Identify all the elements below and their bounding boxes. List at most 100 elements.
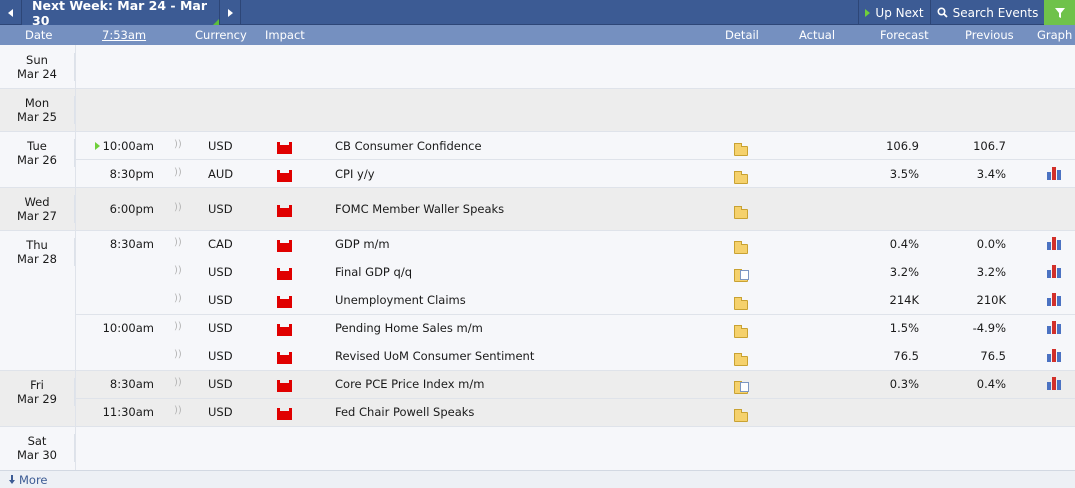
event-previous: -4.9% bbox=[972, 321, 1006, 335]
event-currency: USD bbox=[208, 293, 233, 307]
event-title[interactable]: Core PCE Price Index m/m bbox=[335, 377, 484, 391]
event-title[interactable]: Fed Chair Powell Speaks bbox=[335, 405, 474, 419]
header-previous: Previous bbox=[965, 28, 1014, 42]
header-graph: Graph bbox=[1037, 28, 1073, 42]
header-actual: Actual bbox=[799, 28, 836, 42]
header-date: Date bbox=[25, 28, 53, 42]
chevron-left-icon bbox=[8, 8, 13, 17]
next-week-button[interactable] bbox=[219, 0, 241, 25]
sound-alert-icon[interactable]: )) bbox=[174, 349, 182, 360]
event-row[interactable]: 10:00am)) USD Pending Home Sales m/m 1.5% -4… bbox=[76, 315, 1075, 341]
event-time: 6:00pm bbox=[109, 202, 154, 216]
detail-folder-icon[interactable] bbox=[734, 241, 748, 254]
header-currency: Currency bbox=[195, 28, 247, 42]
high-impact-icon bbox=[277, 324, 292, 336]
graph-icon[interactable] bbox=[1047, 293, 1062, 306]
event-previous: 210K bbox=[976, 293, 1007, 307]
high-impact-icon bbox=[277, 142, 292, 154]
high-impact-icon bbox=[277, 380, 292, 392]
search-icon bbox=[937, 7, 948, 18]
header-detail: Detail bbox=[725, 28, 759, 42]
graph-icon[interactable] bbox=[1047, 321, 1062, 334]
date-cell-tue: Tue Mar 26 bbox=[0, 139, 75, 167]
more-button[interactable]: More bbox=[0, 470, 1075, 488]
event-row[interactable]: 8:30am)) USD Core PCE Price Index m/m 0.3% 0… bbox=[76, 371, 1075, 397]
event-forecast: 106.9 bbox=[886, 139, 919, 153]
event-currency: USD bbox=[208, 139, 233, 153]
high-impact-icon bbox=[277, 408, 292, 420]
event-title[interactable]: CB Consumer Confidence bbox=[335, 139, 482, 153]
filter-button[interactable] bbox=[1044, 0, 1075, 25]
event-title[interactable]: Pending Home Sales m/m bbox=[335, 321, 483, 335]
event-row[interactable]: )) USD Unemployment Claims 214K 210K bbox=[76, 287, 1075, 313]
event-previous: 76.5 bbox=[980, 349, 1006, 363]
event-forecast: 3.2% bbox=[889, 265, 919, 279]
event-row[interactable]: 8:30am)) CAD GDP m/m 0.4% 0.0% bbox=[76, 231, 1075, 257]
high-impact-icon bbox=[277, 240, 292, 252]
event-row[interactable]: 6:00pm)) USD FOMC Member Waller Speaks bbox=[76, 196, 1075, 222]
sound-alert-icon[interactable]: )) bbox=[174, 202, 182, 213]
event-forecast: 3.5% bbox=[889, 167, 919, 181]
sound-alert-icon[interactable]: )) bbox=[174, 237, 182, 248]
detail-folder-icon[interactable] bbox=[734, 325, 748, 338]
event-row[interactable]: )) USD Revised UoM Consumer Sentiment 76.5 7… bbox=[76, 343, 1075, 369]
detail-folder-icon[interactable] bbox=[734, 171, 748, 184]
detail-folder-icon[interactable] bbox=[734, 409, 748, 422]
detail-folder-icon[interactable] bbox=[734, 381, 749, 394]
date-cell-sat: Sat Mar 30 bbox=[0, 434, 75, 462]
detail-folder-icon[interactable] bbox=[734, 269, 749, 282]
event-row[interactable]: 10:00am)) USD CB Consumer Confidence 106.9 1… bbox=[76, 133, 1075, 159]
previous-week-button[interactable] bbox=[0, 0, 22, 25]
event-row[interactable]: 8:30pm)) AUD CPI y/y 3.5% 3.4% bbox=[76, 161, 1075, 187]
event-title[interactable]: Unemployment Claims bbox=[335, 293, 466, 307]
header-impact: Impact bbox=[265, 28, 305, 42]
sound-alert-icon[interactable]: )) bbox=[174, 293, 182, 304]
event-title[interactable]: Revised UoM Consumer Sentiment bbox=[335, 349, 534, 363]
event-currency: USD bbox=[208, 265, 233, 279]
event-row[interactable]: 11:30am)) USD Fed Chair Powell Speaks bbox=[76, 399, 1075, 425]
detail-folder-icon[interactable] bbox=[734, 353, 748, 366]
week-title[interactable]: Next Week: Mar 24 - Mar 30 bbox=[22, 0, 219, 28]
detail-folder-icon[interactable] bbox=[734, 143, 748, 156]
event-title[interactable]: Final GDP q/q bbox=[335, 265, 412, 279]
date-cell-sun: Sun Mar 24 bbox=[0, 53, 75, 81]
graph-icon[interactable] bbox=[1047, 237, 1062, 250]
sound-alert-icon[interactable]: )) bbox=[174, 139, 182, 150]
event-title[interactable]: FOMC Member Waller Speaks bbox=[335, 202, 504, 216]
event-row[interactable]: )) USD Final GDP q/q 3.2% 3.2% bbox=[76, 259, 1075, 285]
event-time: 8:30am bbox=[109, 377, 154, 391]
detail-folder-icon[interactable] bbox=[734, 206, 748, 219]
day-row-sat bbox=[0, 427, 1075, 470]
high-impact-icon bbox=[277, 296, 292, 308]
search-events-button[interactable]: Search Events bbox=[930, 0, 1044, 25]
detail-folder-icon[interactable] bbox=[734, 297, 748, 310]
event-forecast: 0.3% bbox=[889, 377, 919, 391]
sound-alert-icon[interactable]: )) bbox=[174, 321, 182, 332]
event-currency: USD bbox=[208, 377, 233, 391]
date-cell-wed: Wed Mar 27 bbox=[0, 195, 75, 223]
event-forecast: 76.5 bbox=[893, 349, 919, 363]
sound-alert-icon[interactable]: )) bbox=[174, 377, 182, 388]
date-cell-mon: Mon Mar 25 bbox=[0, 96, 75, 124]
sound-alert-icon[interactable]: )) bbox=[174, 265, 182, 276]
date-cell-fri: Fri Mar 29 bbox=[0, 378, 75, 406]
date-cell-thu: Thu Mar 28 bbox=[0, 238, 75, 266]
graph-icon[interactable] bbox=[1047, 349, 1062, 362]
graph-icon[interactable] bbox=[1047, 377, 1062, 390]
up-next-button[interactable]: Up Next bbox=[858, 0, 930, 25]
event-currency: CAD bbox=[208, 237, 233, 251]
event-title[interactable]: GDP m/m bbox=[335, 237, 390, 251]
event-forecast: 1.5% bbox=[889, 321, 919, 335]
sound-alert-icon[interactable]: )) bbox=[174, 405, 182, 416]
sound-alert-icon[interactable]: )) bbox=[174, 167, 182, 178]
graph-icon[interactable] bbox=[1047, 167, 1062, 180]
event-previous: 3.2% bbox=[976, 265, 1006, 279]
event-currency: USD bbox=[208, 202, 233, 216]
graph-icon[interactable] bbox=[1047, 265, 1062, 278]
event-previous: 0.0% bbox=[976, 237, 1006, 251]
high-impact-icon bbox=[277, 352, 292, 364]
high-impact-icon bbox=[277, 170, 292, 182]
event-title[interactable]: CPI y/y bbox=[335, 167, 375, 181]
event-currency: USD bbox=[208, 349, 233, 363]
current-time-link[interactable]: 7:53am bbox=[102, 28, 146, 42]
